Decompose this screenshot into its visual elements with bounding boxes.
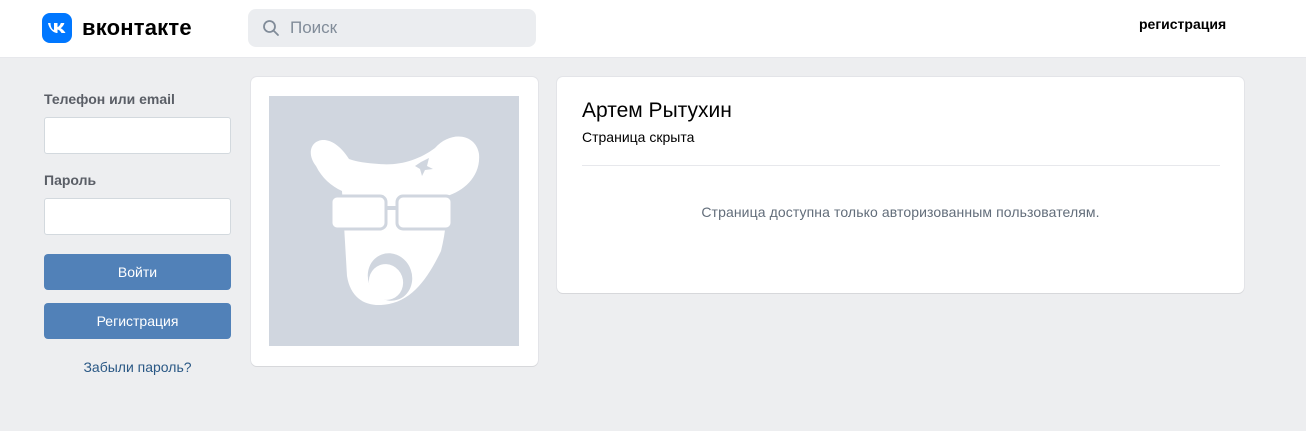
login-form: Телефон или email Пароль Войти Регистрац… bbox=[44, 91, 231, 375]
avatar-card bbox=[251, 77, 538, 366]
logo-text: вконтакте bbox=[82, 15, 192, 40]
search-icon bbox=[263, 20, 279, 36]
password-label: Пароль bbox=[44, 172, 97, 188]
search-input[interactable] bbox=[290, 18, 510, 38]
default-dog-avatar-icon bbox=[310, 136, 480, 306]
auth-notice: Страница доступна только авторизованным … bbox=[701, 204, 1100, 220]
vk-logo[interactable]: вконтакте bbox=[42, 13, 192, 43]
password-field[interactable] bbox=[44, 198, 231, 235]
top-header: вконтакте регистрация bbox=[0, 0, 1306, 58]
register-button[interactable]: Регистрация bbox=[44, 303, 231, 339]
phone-email-label: Телефон или email bbox=[44, 91, 175, 107]
search-box[interactable] bbox=[248, 9, 536, 47]
divider bbox=[582, 165, 1220, 166]
profile-status: Страница скрыта bbox=[582, 129, 695, 145]
login-button[interactable]: Войти bbox=[44, 254, 231, 290]
vk-logo-icon bbox=[42, 13, 72, 43]
phone-email-field[interactable] bbox=[44, 117, 231, 154]
profile-card: Артем Рытухин Страница скрыта Страница д… bbox=[557, 77, 1244, 293]
profile-name: Артем Рытухин bbox=[582, 99, 732, 122]
forgot-password-link[interactable]: Забыли пароль? bbox=[44, 359, 231, 375]
header-register-link[interactable]: регистрация bbox=[1139, 16, 1226, 32]
profile-avatar bbox=[269, 96, 519, 346]
